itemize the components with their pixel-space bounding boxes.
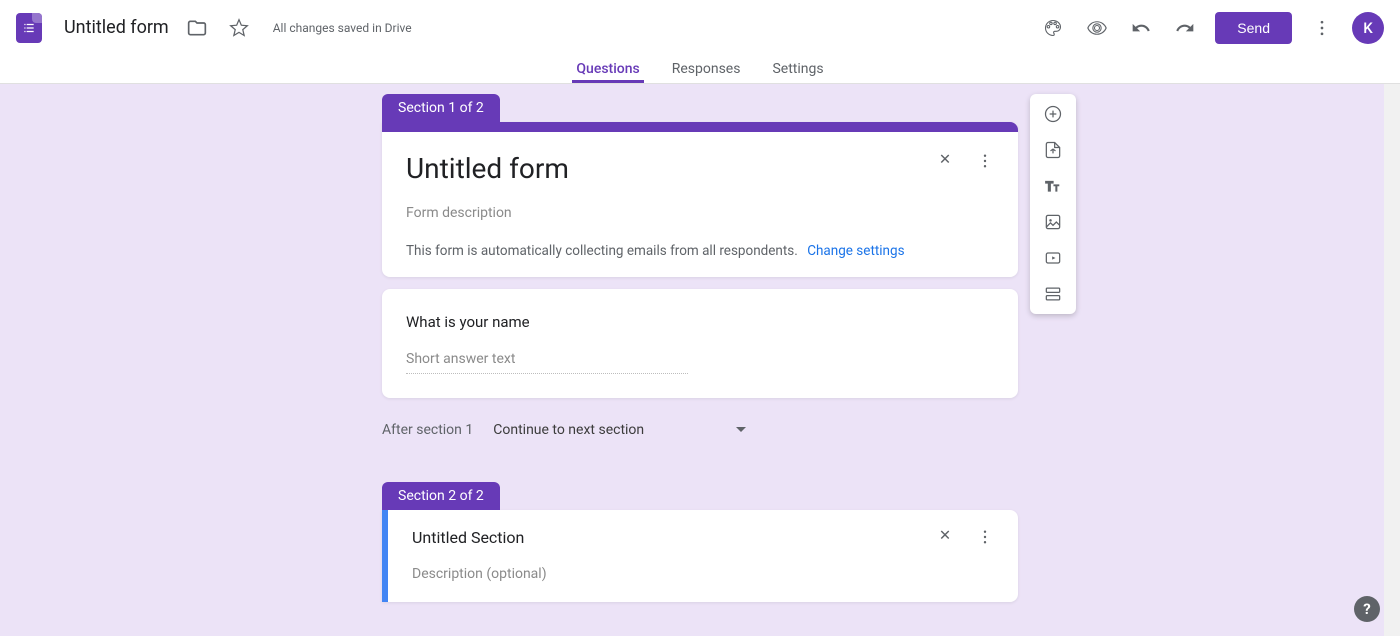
vertical-scrollbar[interactable] (1384, 84, 1400, 636)
forms-logo-icon[interactable] (16, 13, 42, 43)
add-section-icon[interactable] (1041, 282, 1065, 306)
account-avatar[interactable]: K (1352, 12, 1384, 44)
collapse-section-icon[interactable] (936, 152, 954, 174)
send-button[interactable]: Send (1215, 12, 1292, 44)
section-2-more-icon[interactable] (976, 528, 994, 550)
section-1-description[interactable]: Form description (406, 205, 994, 221)
tabs-bar: Questions Responses Settings (0, 55, 1400, 84)
import-questions-icon[interactable] (1041, 138, 1065, 162)
section-1-title[interactable]: Untitled form (406, 152, 936, 185)
section-1-header-card[interactable]: Untitled form Form description This form… (382, 122, 1018, 277)
section-1-label: Section 1 of 2 (382, 94, 500, 122)
main-canvas: Section 1 of 2 Untitled form Form descri… (0, 84, 1400, 636)
section-more-icon[interactable] (976, 152, 994, 174)
section-2-description[interactable]: Description (optional) (412, 566, 994, 582)
move-to-folder-icon[interactable] (183, 14, 211, 42)
undo-icon[interactable] (1127, 14, 1155, 42)
email-notice-text: This form is automatically collecting em… (406, 243, 798, 259)
question-card-1[interactable]: What is your name Short answer text (382, 289, 1018, 398)
document-title[interactable]: Untitled form (56, 17, 169, 38)
tab-settings[interactable]: Settings (768, 57, 827, 83)
after-section-value: Continue to next section (493, 422, 644, 438)
change-settings-link[interactable]: Change settings (807, 243, 904, 259)
collapse-section-2-icon[interactable] (936, 528, 954, 550)
header-left: Untitled form All changes saved in Drive (16, 13, 412, 43)
more-menu-icon[interactable] (1308, 14, 1336, 42)
app-header: Untitled form All changes saved in Drive… (0, 0, 1400, 55)
chevron-down-icon (736, 425, 746, 435)
question-1-text[interactable]: What is your name (406, 313, 994, 331)
help-icon[interactable]: ? (1354, 596, 1380, 622)
star-icon[interactable] (225, 14, 253, 42)
after-section-label: After section 1 (382, 422, 473, 438)
svg-text:T: T (1054, 184, 1059, 194)
add-image-icon[interactable] (1041, 210, 1065, 234)
save-status: All changes saved in Drive (273, 21, 412, 35)
section-2-title[interactable]: Untitled Section (412, 528, 936, 547)
preview-icon[interactable] (1083, 14, 1111, 42)
svg-text:T: T (1046, 180, 1054, 195)
floating-toolbar: TT (1030, 94, 1076, 314)
section-2-label: Section 2 of 2 (382, 482, 500, 510)
form-canvas: Section 1 of 2 Untitled form Form descri… (382, 94, 1018, 602)
section-2-header-card[interactable]: Untitled Section Description (optional) (382, 510, 1018, 602)
header-right: Send K (1039, 12, 1384, 44)
tab-questions[interactable]: Questions (572, 57, 643, 83)
add-title-icon[interactable]: TT (1041, 174, 1065, 198)
after-section-dropdown[interactable]: Continue to next section (485, 418, 754, 442)
email-collection-notice: This form is automatically collecting em… (406, 243, 994, 259)
redo-icon[interactable] (1171, 14, 1199, 42)
add-question-icon[interactable] (1041, 102, 1065, 126)
theme-icon[interactable] (1039, 14, 1067, 42)
add-video-icon[interactable] (1041, 246, 1065, 270)
after-section-row: After section 1 Continue to next section (382, 410, 1018, 482)
tab-responses[interactable]: Responses (668, 57, 745, 83)
question-1-answer-placeholder: Short answer text (406, 351, 688, 374)
